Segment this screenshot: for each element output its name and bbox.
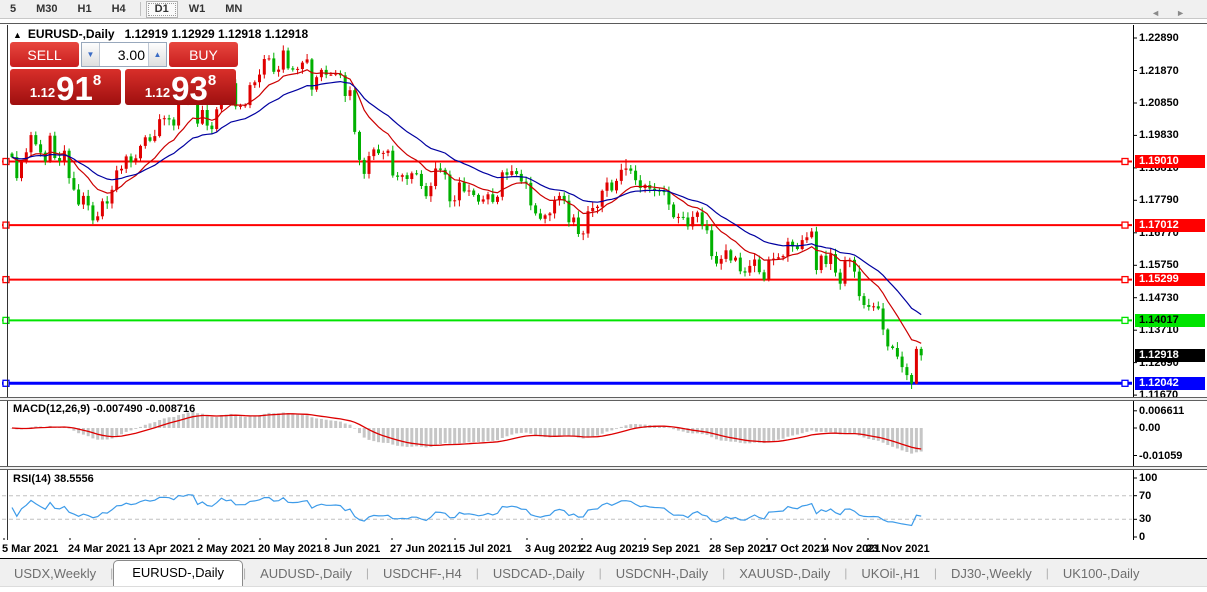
rsi-panel-splitter[interactable] xyxy=(0,466,1207,470)
tab-ukoil-h1[interactable]: UKOil-,H1 xyxy=(847,562,934,586)
level-price-label[interactable]: 1.17012 xyxy=(1135,219,1205,232)
date-axis-label: 9 Sep 2021 xyxy=(643,543,700,555)
tab-scroll-right-icon[interactable]: ► xyxy=(1176,8,1201,18)
macd-axis-tick: 0.00 xyxy=(1139,422,1160,434)
volume-stepper: ▼ ▲ xyxy=(81,42,167,67)
date-axis-label: 27 Jun 2021 xyxy=(390,543,452,555)
tab-usdchf-h4[interactable]: USDCHF-,H4 xyxy=(369,562,476,586)
volume-input[interactable] xyxy=(100,43,148,66)
price-axis-tick: 1.21870 xyxy=(1139,65,1179,77)
buy-price-box[interactable]: 1.12938 xyxy=(125,69,236,105)
level-price-label[interactable]: 1.12042 xyxy=(1135,377,1205,390)
status-bar xyxy=(0,587,1207,592)
date-axis-label: 24 Mar 2021 xyxy=(68,543,130,555)
volume-increase-button[interactable]: ▲ xyxy=(148,43,166,66)
sell-price-box[interactable]: 1.12918 xyxy=(10,69,121,105)
macd-panel-splitter[interactable] xyxy=(0,397,1207,401)
date-axis-label: 5 Mar 2021 xyxy=(2,543,58,555)
price-axis-tick: 1.17790 xyxy=(1139,194,1179,206)
tab-dj30-weekly[interactable]: DJ30-,Weekly xyxy=(937,562,1046,586)
date-axis-label: 20 May 2021 xyxy=(258,543,322,555)
price-axis-tick: 1.22890 xyxy=(1139,32,1179,44)
current-price-label: 1.12918 xyxy=(1135,349,1205,362)
tab-uk100-daily[interactable]: UK100-,Daily xyxy=(1049,562,1154,586)
rsi-axis-tick: 100 xyxy=(1139,472,1157,484)
date-axis-label: 23 Nov 2021 xyxy=(866,543,930,555)
tab-usdx-weekly[interactable]: USDX,Weekly xyxy=(0,562,110,586)
buy-price-pip: 8 xyxy=(208,72,216,89)
date-axis-label: 3 Aug 2021 xyxy=(525,543,583,555)
sell-price-big: 91 xyxy=(56,74,93,104)
tab-scroll-left-icon[interactable]: ◄ xyxy=(1151,8,1176,18)
rsi-indicator-label: RSI(14) 38.5556 xyxy=(13,473,94,485)
date-axis-label: 2 May 2021 xyxy=(197,543,255,555)
chart-window-bottom-border xyxy=(0,558,1207,559)
date-axis-label: 22 Aug 2021 xyxy=(580,543,644,555)
date-axis-label: 8 Jun 2021 xyxy=(324,543,380,555)
date-axis-label: 17 Oct 2021 xyxy=(765,543,826,555)
date-axis-label: 15 Jul 2021 xyxy=(453,543,512,555)
one-click-trading-panel: SELL ▼ ▲ BUY 1.12918 1.12938 xyxy=(10,42,238,105)
buy-button[interactable]: BUY xyxy=(169,42,238,67)
chart-ohlc-quotes: 1.12919 1.12929 1.12918 1.12918 xyxy=(125,27,309,41)
tab-audusd-daily[interactable]: AUDUSD-,Daily xyxy=(246,562,366,586)
symbol-tab-bar: USDX,Weekly|EURUSD-,Daily|AUDUSD-,Daily|… xyxy=(0,560,1207,587)
sell-button[interactable]: SELL xyxy=(10,42,79,67)
tab-usdcad-daily[interactable]: USDCAD-,Daily xyxy=(479,562,599,586)
buy-price-base: 1.12 xyxy=(145,85,170,100)
price-axis-tick: 1.14730 xyxy=(1139,292,1179,304)
buy-price-big: 93 xyxy=(171,74,208,104)
sell-price-pip: 8 xyxy=(93,72,101,89)
level-price-label[interactable]: 1.15299 xyxy=(1135,273,1205,286)
date-axis-label: 13 Apr 2021 xyxy=(133,543,194,555)
rsi-axis-tick: 30 xyxy=(1139,513,1151,525)
volume-decrease-button[interactable]: ▼ xyxy=(82,43,100,66)
price-axis-tick: 1.20850 xyxy=(1139,97,1179,109)
chart-title: ▲ EURUSD-,Daily 1.12919 1.12929 1.12918 1.… xyxy=(13,27,308,41)
price-axis-tick: 1.15750 xyxy=(1139,259,1179,271)
tab-scroll-arrows: ◄► xyxy=(1151,8,1201,18)
macd-indicator-label: MACD(12,26,9) -0.007490 -0.008716 xyxy=(13,403,195,415)
date-axis-label: 28 Sep 2021 xyxy=(709,543,772,555)
macd-axis-tick: 0.006611 xyxy=(1139,405,1184,417)
mt4-app: 5M30H1H4D1W1MN ▲EURUSD-,Daily1.12919 1.1… xyxy=(0,0,1207,592)
chart-symbol-period: EURUSD-,Daily xyxy=(28,27,115,41)
tab-xauusd-daily[interactable]: XAUUSD-,Daily xyxy=(725,562,844,586)
price-axis-tick: 1.19830 xyxy=(1139,129,1179,141)
level-price-label[interactable]: 1.14017 xyxy=(1135,314,1205,327)
tab-eurusd-daily[interactable]: EURUSD-,Daily xyxy=(113,560,243,586)
tab-usdcnh-daily[interactable]: USDCNH-,Daily xyxy=(602,562,722,586)
rsi-axis-tick: 70 xyxy=(1139,490,1151,502)
sell-price-base: 1.12 xyxy=(30,85,55,100)
level-price-label[interactable]: 1.19010 xyxy=(1135,155,1205,168)
macd-axis-tick: -0.01059 xyxy=(1139,450,1182,462)
collapse-one-click-icon[interactable]: ▲ xyxy=(13,30,22,40)
date-axis[interactable]: 5 Mar 2021 24 Mar 202113 Apr 20212 May 20… xyxy=(0,540,1207,558)
